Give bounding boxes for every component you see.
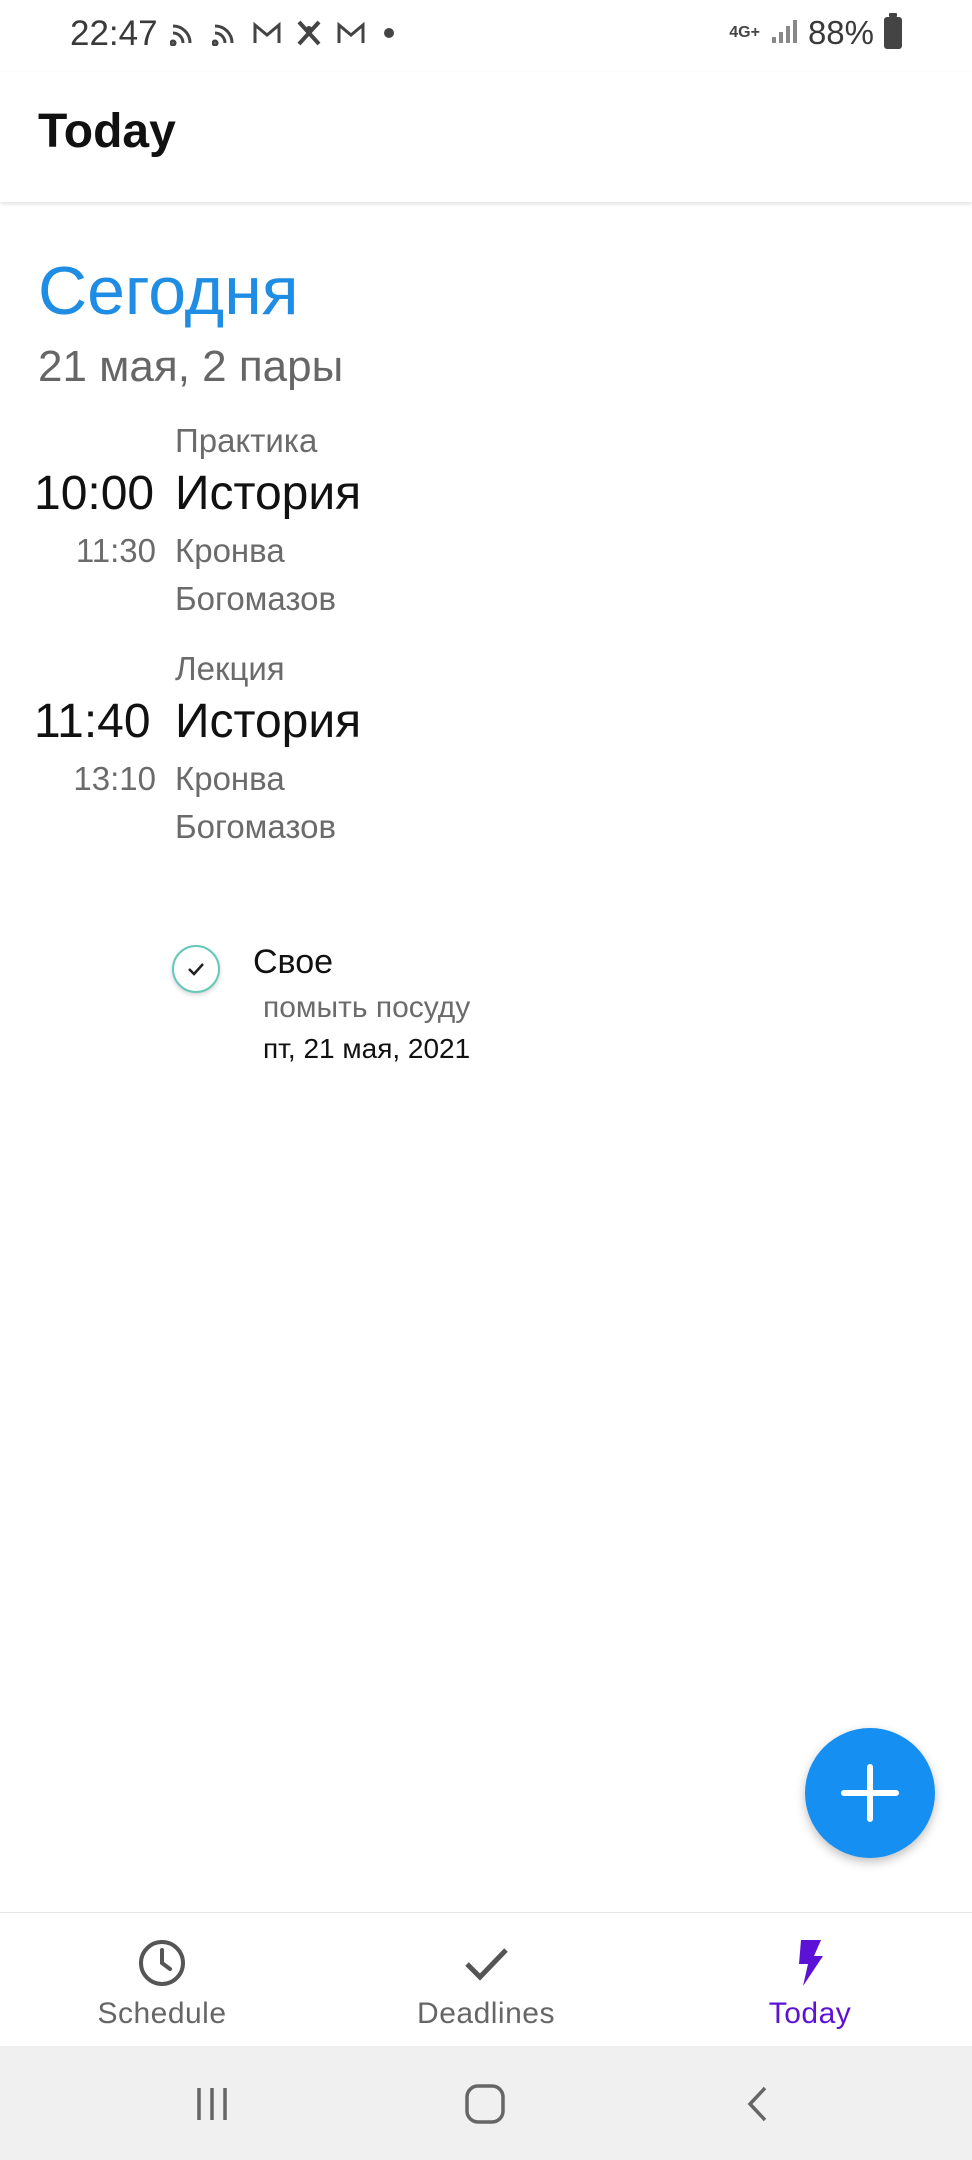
cast-icon: [168, 18, 198, 48]
day-heading: Сегодня: [38, 253, 299, 329]
gmail-icon: [252, 18, 282, 48]
nav-label-deadlines: Deadlines: [417, 1997, 555, 2030]
app-icon: [294, 18, 324, 48]
add-button[interactable]: [805, 1728, 935, 1858]
gmail-icon: [336, 18, 366, 48]
lesson-name: История: [175, 695, 362, 748]
clock-icon: [136, 1937, 188, 1989]
lesson-card[interactable]: Лекция 11:40 История 13:10 Кронва Богома…: [0, 650, 972, 860]
lesson-end-time: 11:30: [75, 532, 156, 569]
home-button[interactable]: [455, 2074, 515, 2134]
lesson-start-time: 11:40: [34, 695, 151, 748]
task-item[interactable]: Свое помыть посуду пт, 21 мая, 2021: [0, 939, 972, 1079]
lesson-card[interactable]: Практика 10:00 История 11:30 Кронва Бого…: [0, 422, 972, 632]
lesson-type: Лекция: [175, 650, 285, 687]
lesson-room: Кронва: [175, 760, 285, 797]
task-title: Свое: [253, 943, 334, 981]
more-notifications-dot: [384, 28, 394, 38]
nav-item-schedule[interactable]: Schedule: [0, 1913, 324, 2046]
lesson-start-time: 10:00: [34, 467, 155, 520]
nav-item-today[interactable]: Today: [648, 1913, 972, 2046]
check-icon: [188, 963, 204, 976]
nav-item-deadlines[interactable]: Deadlines: [324, 1913, 648, 2046]
lesson-name: История: [175, 467, 362, 520]
recent-apps-icon: [197, 2088, 227, 2120]
lesson-teacher: Богомазов: [175, 580, 336, 617]
cast-icon: [210, 18, 240, 48]
bottom-navigation: Schedule Deadlines Today: [0, 1912, 972, 2046]
task-date: пт, 21 мая, 2021: [263, 1033, 471, 1064]
recent-apps-button[interactable]: [182, 2074, 242, 2134]
back-button[interactable]: [728, 2074, 788, 2134]
lightning-icon: [784, 1937, 836, 1989]
status-time: 22:47: [70, 14, 158, 53]
lesson-end-time: 13:10: [73, 760, 156, 797]
page-title: Today: [38, 105, 176, 158]
status-bar: 22:47 4G+ 88%: [0, 0, 972, 72]
home-icon: [465, 2084, 505, 2124]
battery-icon: [884, 13, 902, 49]
day-subtitle: 21 мая, 2 пары: [38, 342, 344, 391]
lesson-room: Кронва: [175, 532, 285, 569]
plus-icon: [841, 1764, 899, 1822]
signal-icon: [770, 17, 798, 50]
app-bar: Today: [0, 72, 972, 202]
network-type: 4G+: [729, 24, 760, 41]
task-complete-checkbox[interactable]: [172, 945, 220, 993]
notification-icons: [168, 18, 394, 48]
battery-percent: 88%: [807, 14, 874, 51]
status-right: 4G+ 88%: [729, 13, 902, 52]
nav-label-today: Today: [768, 1997, 852, 2030]
nav-label-schedule: Schedule: [97, 1997, 227, 2030]
lesson-teacher: Богомазов: [175, 808, 336, 845]
system-navigation-bar: [0, 2046, 972, 2160]
lesson-type: Практика: [175, 422, 318, 459]
task-description: помыть посуду: [263, 991, 471, 1024]
back-icon: [747, 2086, 767, 2122]
check-icon: [460, 1937, 512, 1989]
